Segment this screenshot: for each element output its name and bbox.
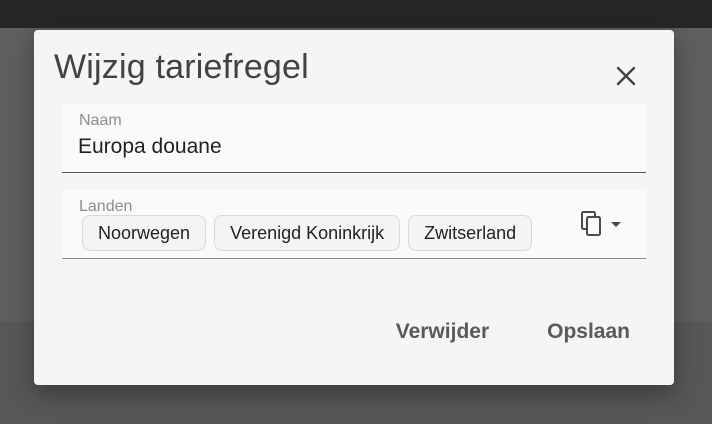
chip-verenigd-koninkrijk[interactable]: Verenigd Koninkrijk bbox=[214, 215, 401, 251]
caret-down-icon bbox=[611, 222, 621, 227]
copy-icon bbox=[581, 211, 601, 236]
country-chips: Noorwegen Verenigd Koninkrijk Zwitserlan… bbox=[82, 215, 533, 251]
copy-menu-button[interactable] bbox=[580, 206, 628, 242]
dialog-actions: Verwijder Opslaan bbox=[396, 320, 630, 344]
save-button[interactable]: Opslaan bbox=[547, 320, 630, 344]
countries-field: Landen Noorwegen Verenigd Koninkrijk Zwi… bbox=[62, 190, 646, 259]
edit-tariff-rule-dialog: Wijzig tariefregel Naam Landen Noorwegen… bbox=[34, 30, 674, 385]
name-field: Naam bbox=[62, 104, 646, 173]
name-input[interactable] bbox=[78, 134, 618, 160]
chip-noorwegen[interactable]: Noorwegen bbox=[82, 215, 207, 251]
close-icon bbox=[616, 66, 636, 86]
dialog-title: Wijzig tariefregel bbox=[54, 48, 309, 86]
name-field-label: Naam bbox=[79, 112, 122, 129]
countries-field-label: Landen bbox=[79, 198, 133, 215]
close-button[interactable] bbox=[610, 60, 642, 92]
chip-zwitserland[interactable]: Zwitserland bbox=[408, 215, 533, 251]
app-top-bar bbox=[0, 0, 712, 28]
delete-button[interactable]: Verwijder bbox=[396, 320, 489, 344]
